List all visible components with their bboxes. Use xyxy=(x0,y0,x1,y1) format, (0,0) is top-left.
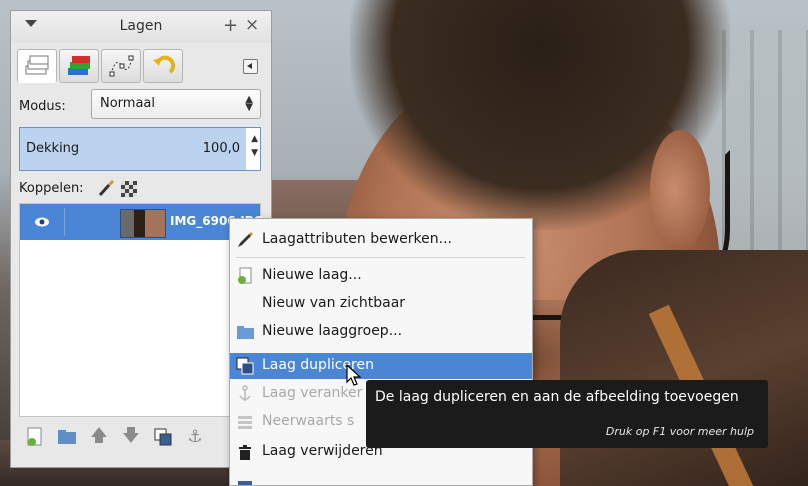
edit-attributes-icon xyxy=(238,232,253,247)
opacity-spin-icon[interactable]: ▲ ▼ xyxy=(251,132,258,160)
anchor-layer-icon[interactable]: ⚓ xyxy=(183,425,207,449)
menu-item-label: Neerwaarts s xyxy=(262,413,355,429)
new-layer-icon xyxy=(238,267,252,284)
menu-item-label: Laagattributen bewerken... xyxy=(262,231,452,247)
tab-layers[interactable] xyxy=(17,49,57,83)
layer-list: IMG_6906.JPG xyxy=(19,203,263,417)
new-layer-group-icon[interactable] xyxy=(55,425,79,449)
dock-configure-icon[interactable] xyxy=(243,59,258,74)
folder-icon xyxy=(237,326,254,339)
mode-value: Normaal xyxy=(100,96,156,111)
channels-icon xyxy=(68,56,90,75)
tooltip: De laag dupliceren en aan de afbeelding … xyxy=(366,380,768,448)
opacity-label: Dekking xyxy=(26,141,80,156)
tab-paths[interactable] xyxy=(101,49,141,83)
menu-item-partial[interactable] xyxy=(230,475,532,485)
close-icon[interactable]: × xyxy=(245,15,259,35)
tooltip-hint: Druk op F1 voor meer hulp xyxy=(605,425,754,438)
dock-tabs xyxy=(17,49,183,85)
menu-item-label: Laag verwijderen xyxy=(262,443,383,459)
mode-select[interactable]: Normaal ▲ ▼ xyxy=(91,89,261,119)
menu-item-new-layer-group[interactable]: Nieuwe laaggroep... xyxy=(230,319,532,345)
opacity-slider[interactable]: Dekking 100,0 ▲ ▼ xyxy=(19,127,261,171)
lower-layer-icon[interactable]: 🡇 xyxy=(119,425,143,449)
menu-item-duplicate-layer[interactable]: Laag dupliceren xyxy=(230,353,532,379)
mouse-cursor-icon xyxy=(346,364,362,386)
menu-separator xyxy=(236,257,526,258)
raise-layer-icon[interactable]: 🡅 xyxy=(87,425,111,449)
mode-label: Modus: xyxy=(19,99,66,114)
updown-arrow-icon: ▲ ▼ xyxy=(245,94,253,113)
menu-item-label: Nieuw van zichtbaar xyxy=(262,295,406,311)
paths-icon xyxy=(109,55,134,77)
new-layer-icon[interactable] xyxy=(23,425,47,449)
undo-history-icon xyxy=(153,55,176,74)
menu-item-new-from-visible[interactable]: Nieuw van zichtbaar xyxy=(230,291,532,317)
duplicate-layer-icon xyxy=(236,357,254,375)
menu-item-new-layer[interactable]: Nieuwe laag... xyxy=(230,263,532,289)
menu-item-edit-attributes[interactable]: Laagattributen bewerken... xyxy=(230,227,532,253)
add-tab-icon[interactable]: + xyxy=(223,15,238,36)
layer-row[interactable]: IMG_6906.JPG xyxy=(20,204,263,240)
lock-pixels-brush-icon[interactable] xyxy=(97,179,115,197)
menu-item-label: Nieuwe laaggroep... xyxy=(262,323,403,339)
layer-thumbnail xyxy=(120,209,166,238)
tooltip-text: De laag dupliceren en aan de afbeelding … xyxy=(375,389,739,405)
visibility-eye-icon[interactable] xyxy=(34,216,50,228)
layers-icon xyxy=(25,55,49,75)
duplicate-layer-icon[interactable] xyxy=(151,425,175,449)
dock-titlebar: Lagen + × xyxy=(11,11,271,43)
anchor-icon xyxy=(239,385,251,401)
merge-down-icon xyxy=(238,416,252,429)
lock-alpha-checker-icon[interactable] xyxy=(121,181,137,197)
menu-item-label: Nieuwe laag... xyxy=(262,267,362,283)
tab-channels[interactable] xyxy=(59,49,99,83)
layer-chain-toggle[interactable] xyxy=(64,208,93,236)
menu-item-icon xyxy=(238,481,252,485)
opacity-value: 100,0 xyxy=(202,141,240,156)
trash-icon xyxy=(239,445,251,460)
link-label: Koppelen: xyxy=(19,181,84,196)
tab-undo-history[interactable] xyxy=(143,49,183,83)
